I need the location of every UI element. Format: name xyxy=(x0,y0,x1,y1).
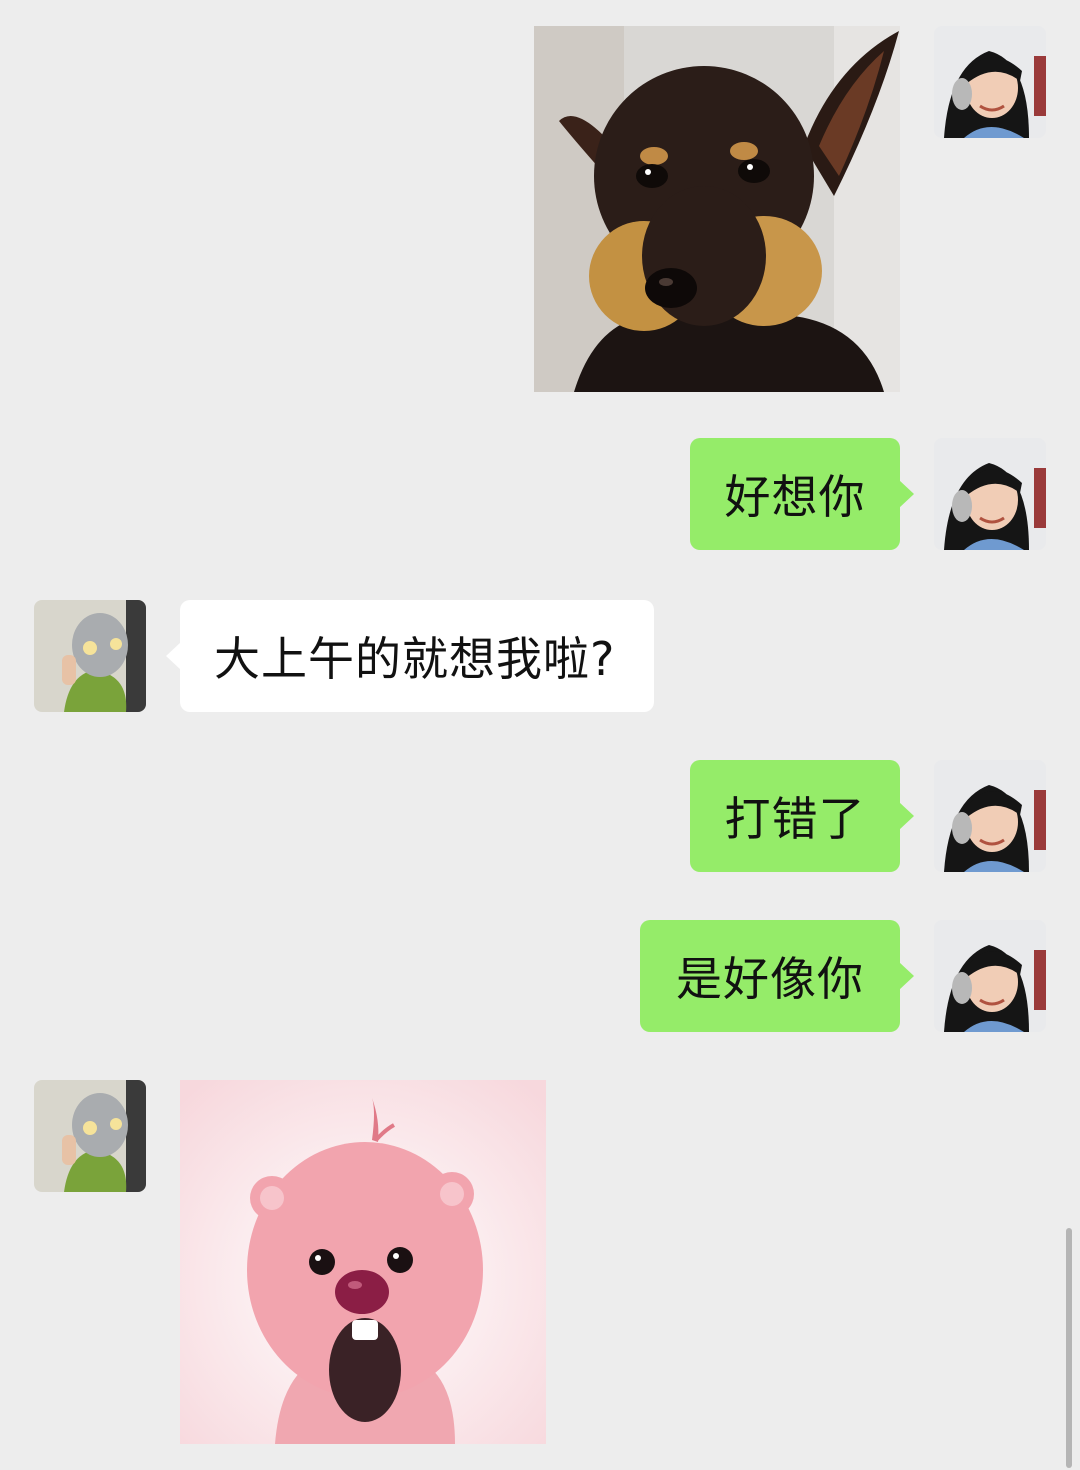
my-avatar[interactable] xyxy=(934,760,1046,872)
message-text: 好想你 xyxy=(724,470,866,524)
masked-kid-avatar-image xyxy=(34,600,146,712)
my-avatar[interactable] xyxy=(934,26,1046,138)
contact-avatar[interactable] xyxy=(34,600,146,712)
masked-kid-avatar-image xyxy=(34,1080,146,1192)
message-bubble-outgoing[interactable]: 是好像你 xyxy=(640,920,914,1032)
pink-beaver-sticker[interactable] xyxy=(180,1080,546,1444)
message-bubble-outgoing[interactable]: 打错了 xyxy=(690,760,914,872)
girl-avatar-image xyxy=(934,760,1046,872)
message-bubble-outgoing[interactable]: 好想你 xyxy=(690,438,914,550)
girl-avatar-image xyxy=(934,920,1046,1032)
message-text: 是好像你 xyxy=(676,952,864,1006)
dog-sticker[interactable] xyxy=(534,26,900,392)
my-avatar[interactable] xyxy=(934,920,1046,1032)
pink-beaver-sticker-image xyxy=(180,1080,546,1444)
girl-avatar-image xyxy=(934,26,1046,138)
chat-screen: 好想你 大上午的就想我啦? 打错了 是好像你 xyxy=(0,0,1080,1470)
message-text: 大上午的就想我啦? xyxy=(214,632,616,686)
my-avatar[interactable] xyxy=(934,438,1046,550)
girl-avatar-image xyxy=(934,438,1046,550)
message-bubble-incoming[interactable]: 大上午的就想我啦? xyxy=(166,600,654,712)
message-text: 打错了 xyxy=(724,792,866,846)
contact-avatar[interactable] xyxy=(34,1080,146,1192)
dog-sticker-image xyxy=(534,26,900,392)
scrollbar[interactable] xyxy=(1066,1228,1072,1468)
